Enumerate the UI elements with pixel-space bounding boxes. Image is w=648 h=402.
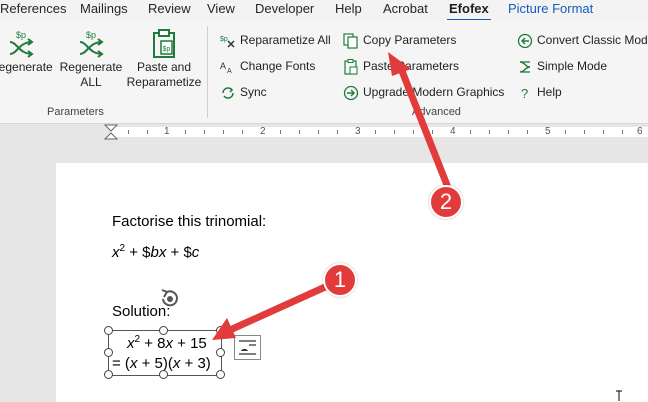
callout-badge-1: 1 [323,263,357,297]
annotation-arrows [212,52,451,340]
callout-badge-2: 2 [429,185,463,219]
